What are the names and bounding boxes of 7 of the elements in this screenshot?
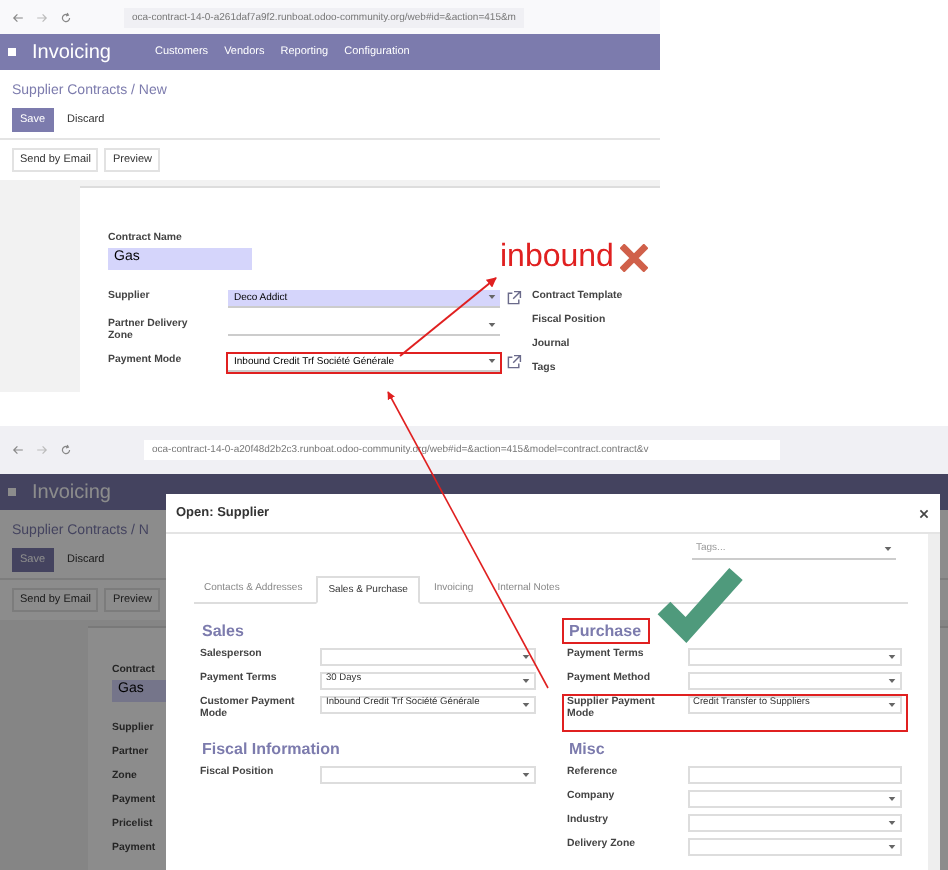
section-title: Misc	[567, 738, 607, 762]
app-title: Invoicing	[32, 481, 111, 503]
app-title: Invoicing	[32, 41, 111, 63]
section-title: Sales	[200, 620, 246, 644]
annotation-label: inbound	[500, 240, 614, 276]
section-title: Purchase	[561, 618, 650, 644]
section-title: Fiscal Information	[200, 738, 342, 762]
